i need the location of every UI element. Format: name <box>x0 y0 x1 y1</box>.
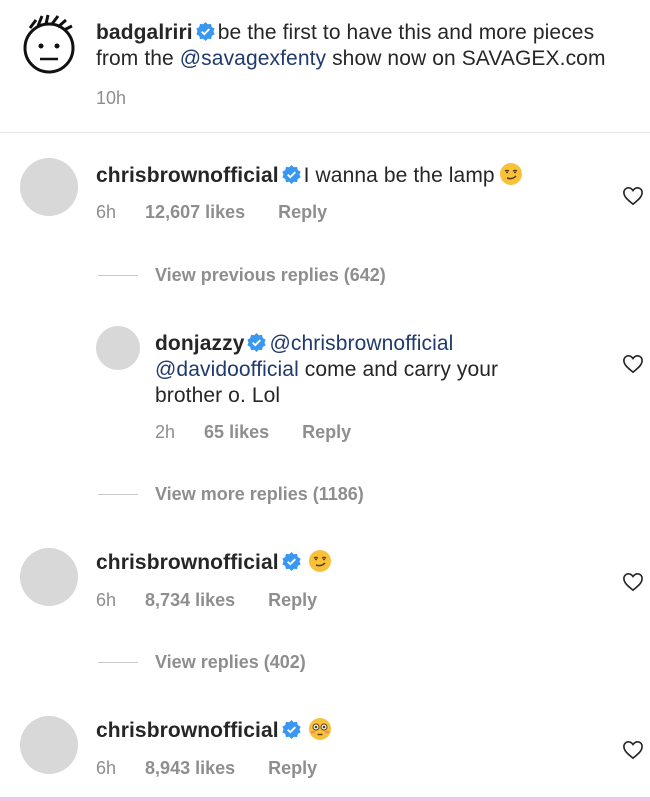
caption-from: from the <box>96 47 174 70</box>
comment-1-text: chrisbrownofficial I wanna be the lamp <box>96 162 523 189</box>
verified-badge-icon <box>282 552 301 571</box>
comment-1-body: I wanna be the lamp <box>303 164 495 187</box>
verified-badge-icon <box>282 720 301 739</box>
comment-2-avatar[interactable] <box>20 548 78 606</box>
reply-avatar[interactable] <box>96 326 140 370</box>
view-replies-line <box>98 662 138 663</box>
comment-1-likes[interactable]: 12,607 likes <box>145 202 245 222</box>
comment-3-time: 6h <box>96 758 117 778</box>
heart-icon[interactable] <box>622 354 644 374</box>
comment-2-meta: 6h 8,734 likes Reply <box>96 590 317 611</box>
caption-divider <box>0 132 650 133</box>
bottom-border <box>0 797 650 801</box>
reply-likes[interactable]: 65 likes <box>204 422 269 442</box>
verified-badge-icon <box>282 165 301 184</box>
view-replies-button[interactable]: View replies (402) <box>155 652 306 673</box>
caption-username[interactable]: badgalriri <box>96 21 193 44</box>
reply-meta: 2h 65 likes Reply <box>155 422 351 443</box>
reply-mention-1[interactable]: @chrisbrownofficial <box>269 332 453 355</box>
comment-2-time: 6h <box>96 590 117 610</box>
reply-mention-2[interactable]: @davidoofficial <box>155 358 299 381</box>
comment-3-likes[interactable]: 8,943 likes <box>145 758 235 778</box>
comment-1-username[interactable]: chrisbrownofficial <box>96 164 279 187</box>
reply-text-line3: brother o. Lol <box>155 384 281 407</box>
view-more-replies-button[interactable]: View more replies (1186) <box>155 484 364 505</box>
comment-1-reply-button[interactable]: Reply <box>278 202 327 222</box>
heart-icon[interactable] <box>622 740 644 760</box>
caption-time: 10h <box>96 88 127 108</box>
caption-mention[interactable]: @savagexfenty <box>180 47 326 70</box>
caption-end: show now on SAVAGEX.com <box>332 47 606 70</box>
caption-text: badgalriri be the first to have this and … <box>96 20 648 72</box>
reply-text-after: come and carry your <box>304 358 499 381</box>
comment-1-meta: 6h 12,607 likes Reply <box>96 202 327 223</box>
smirk-emoji-icon <box>499 163 522 185</box>
comment-2-reply-button[interactable]: Reply <box>268 590 317 610</box>
reply-username[interactable]: donjazzy <box>155 332 244 355</box>
smirk-emoji-icon <box>308 550 331 572</box>
comment-2-username[interactable]: chrisbrownofficial <box>96 551 279 574</box>
caption-avatar[interactable] <box>18 14 80 76</box>
caption-line1: be the first to have this and more piece… <box>217 21 595 44</box>
heart-icon[interactable] <box>622 572 644 592</box>
verified-badge-icon <box>247 333 267 352</box>
verified-badge-icon <box>196 22 215 41</box>
comment-2-likes[interactable]: 8,734 likes <box>145 590 235 610</box>
view-previous-replies-button[interactable]: View previous replies (642) <box>155 265 386 286</box>
reply-reply-button[interactable]: Reply <box>302 422 351 442</box>
reply-time: 2h <box>155 422 176 442</box>
comment-3-username[interactable]: chrisbrownofficial <box>96 719 279 742</box>
heart-icon[interactable] <box>622 186 644 206</box>
comment-3-avatar[interactable] <box>20 716 78 774</box>
comment-3-reply-button[interactable]: Reply <box>268 758 317 778</box>
flushed-emoji-icon <box>308 718 331 740</box>
view-more-line <box>98 494 138 495</box>
comment-3-meta: 6h 8,943 likes Reply <box>96 758 317 779</box>
doodle-face-icon <box>23 14 75 74</box>
reply-text: donjazzy @chrisbrownofficial @davidooffic… <box>155 331 595 409</box>
comment-1-time: 6h <box>96 202 117 222</box>
view-replies-line <box>98 275 138 276</box>
comment-2-text: chrisbrownofficial <box>96 549 332 576</box>
comment-3-text: chrisbrownofficial <box>96 717 332 744</box>
comment-1-avatar[interactable] <box>20 158 78 216</box>
